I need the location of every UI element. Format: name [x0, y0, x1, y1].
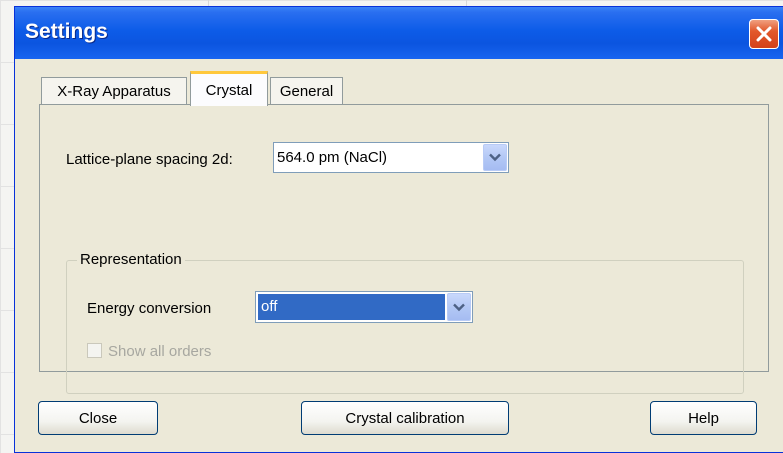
energy-conversion-value: off — [261, 298, 278, 315]
chevron-down-icon — [489, 153, 501, 162]
energy-conversion-label: Energy conversion — [87, 300, 212, 317]
dropdown-button[interactable] — [447, 293, 471, 321]
dialog-body: X-Ray Apparatus Crystal General Lattice-… — [15, 59, 783, 452]
tab-crystal[interactable]: Crystal — [190, 71, 268, 106]
close-button[interactable]: Close — [38, 401, 158, 435]
close-x-icon — [756, 26, 772, 42]
dropdown-button[interactable] — [483, 144, 507, 171]
help-button-label: Help — [688, 409, 719, 427]
show-all-orders-checkbox[interactable] — [87, 343, 102, 358]
chevron-down-icon — [453, 303, 465, 311]
lattice-spacing-label: Lattice-plane spacing 2d: — [66, 151, 233, 168]
settings-dialog: Settings X-Ray Apparatus Crystal General… — [14, 6, 783, 453]
crystal-tab-panel: Lattice-plane spacing 2d: 564.0 pm (NaCl… — [39, 104, 769, 394]
tab-label: Crystal — [205, 81, 253, 99]
representation-legend: Representation — [77, 251, 185, 268]
window-title: Settings — [25, 20, 108, 43]
tab-label: X-Ray Apparatus — [57, 83, 171, 100]
title-bar[interactable]: Settings — [15, 7, 783, 59]
lattice-spacing-value: 564.0 pm (NaCl) — [277, 149, 388, 166]
lattice-spacing-select[interactable]: 564.0 pm (NaCl) — [273, 142, 509, 173]
tab-label: General — [279, 83, 334, 100]
tab-general[interactable]: General — [270, 77, 343, 105]
close-button-label: Close — [78, 409, 118, 427]
crystal-calibration-button[interactable]: Crystal calibration — [301, 401, 509, 435]
help-button[interactable]: Help — [650, 401, 757, 435]
energy-conversion-select[interactable]: off — [255, 291, 473, 323]
close-window-button[interactable] — [749, 19, 779, 49]
representation-groupbox: Representation Energy conversion off Sho… — [66, 251, 744, 394]
tab-xray-apparatus[interactable]: X-Ray Apparatus — [41, 77, 187, 105]
show-all-orders-label: Show all orders — [108, 343, 212, 360]
selection-highlight: off — [258, 294, 445, 320]
crystal-calibration-label: Crystal calibration — [345, 409, 465, 427]
